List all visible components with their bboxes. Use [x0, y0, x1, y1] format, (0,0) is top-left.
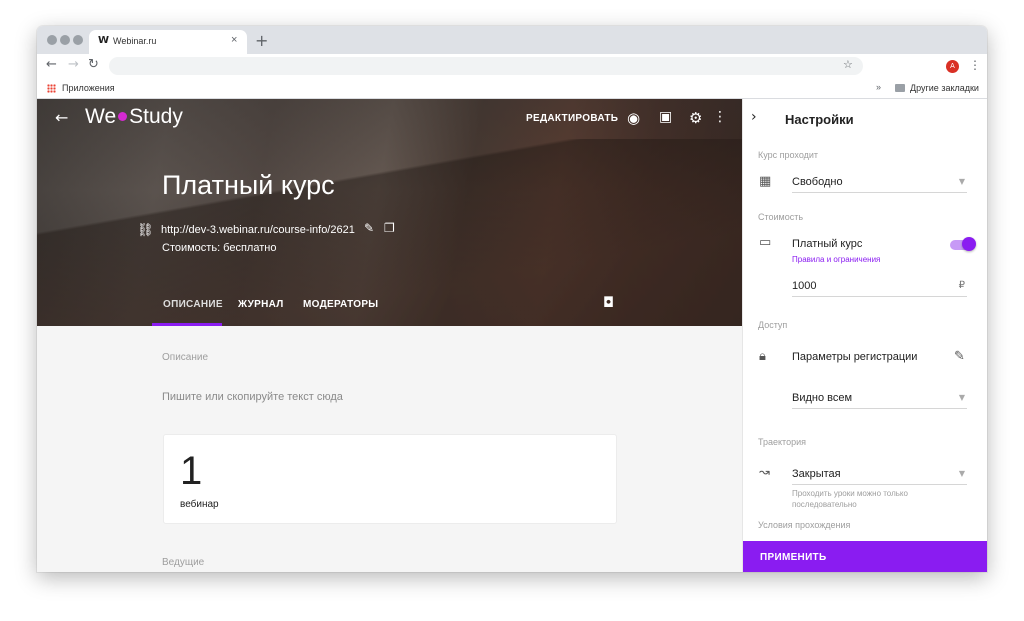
main-content: Описание Пишите или скопируйте текст сюд… [37, 326, 742, 572]
tab-journal[interactable]: ЖУРНАЛ [238, 299, 284, 310]
gear-icon[interactable]: ⚙ [689, 109, 702, 127]
arrow-left-icon[interactable]: ← [55, 108, 68, 127]
copy-icon[interactable]: ❐ [384, 221, 395, 235]
folder-icon [895, 84, 905, 92]
window-minimize-dot[interactable] [60, 35, 70, 45]
cost-section-label: Стоимость [758, 212, 804, 222]
reload-icon[interactable]: ↻ [88, 57, 99, 72]
logo-dot [118, 111, 128, 121]
registration-params-label: Параметры регистрации [792, 351, 918, 363]
bookmark-apps[interactable]: Приложения [62, 83, 115, 93]
more-vert-icon[interactable]: ⋮ [713, 109, 727, 125]
schedule-section-label: Курс проходит [758, 150, 819, 160]
webinar-count-card[interactable]: 1 вебинар [163, 434, 617, 524]
trajectory-value: Закрытая [792, 468, 841, 480]
webinar-count-label: вебинар [180, 499, 219, 510]
course-url[interactable]: http://dev-3.webinar.ru/course-info/2621 [161, 224, 355, 236]
logo-text-we: We [85, 105, 117, 128]
price-input[interactable]: 1000 ₽ [792, 277, 967, 297]
tab-close-icon[interactable]: × [231, 34, 237, 46]
edit-button[interactable]: РЕДАКТИРОВАТЬ [526, 113, 618, 124]
address-bar-row: ← → ↻ ☆ A ⋮ [37, 54, 987, 78]
webinar-favicon-icon: W [98, 35, 110, 46]
browser-tab[interactable]: W Webinar.ru × [89, 30, 247, 54]
lock-icon: 🔒︎ [759, 349, 766, 364]
dropdown-caret-icon: ▼ [958, 469, 965, 478]
paid-course-label: Платный курс [792, 238, 863, 250]
settings-title: Настройки [785, 112, 854, 127]
bookmark-other[interactable]: Другие закладки [910, 83, 979, 93]
paid-course-toggle-knob[interactable] [962, 237, 976, 251]
calendar-icon: ▦ [759, 174, 772, 189]
back-arrow-icon[interactable]: ← [46, 57, 57, 72]
tab-strip: W Webinar.ru × + [37, 26, 987, 54]
address-bar[interactable] [109, 57, 863, 75]
apply-button-label: ПРИМЕНИТЬ [760, 552, 827, 563]
description-editor[interactable]: Пишите или скопируйте текст сюда [162, 391, 343, 403]
trajectory-select[interactable]: Закрытая ▼ [792, 465, 967, 485]
course-header: ← We Study РЕДАКТИРОВАТЬ ◉ ▣ ⚙ ⋮ Платный … [37, 99, 742, 326]
schedule-value: Свободно [792, 176, 843, 188]
apps-grid-icon[interactable] [47, 84, 56, 93]
tab-moderators[interactable]: МОДЕРАТОРЫ [303, 299, 378, 310]
forward-arrow-icon[interactable]: → [68, 57, 79, 72]
logo-text-study: Study [129, 105, 183, 128]
browser-window: W Webinar.ru × + ← → ↻ ☆ A ⋮ Приложения … [37, 26, 987, 572]
dropdown-caret-icon: ▼ [958, 393, 965, 402]
clipboard-check-icon[interactable]: ▣ [659, 109, 672, 125]
page: ← We Study РЕДАКТИРОВАТЬ ◉ ▣ ⚙ ⋮ Платный … [37, 99, 987, 572]
schedule-select[interactable]: Свободно ▼ [792, 173, 967, 193]
eye-icon[interactable]: ◉ [627, 109, 640, 127]
access-section-label: Доступ [758, 320, 788, 330]
course-price: Стоимость: бесплатно [162, 242, 277, 254]
bookmarks-bar: Приложения » Другие закладки [37, 78, 987, 99]
trajectory-section-label: Траектория [758, 437, 806, 447]
tab-title: Webinar.ru [113, 36, 157, 46]
route-icon: ↝ [759, 465, 770, 480]
visibility-value: Видно всем [792, 392, 853, 404]
dropdown-caret-icon: ▼ [958, 177, 965, 186]
browser-menu-icon[interactable]: ⋮ [969, 58, 981, 72]
westudy-logo[interactable]: We Study [85, 105, 183, 129]
hosts-label: Ведущие [162, 557, 205, 568]
webinar-count: 1 [180, 449, 203, 493]
window-close-dot[interactable] [47, 35, 57, 45]
currency-sign: ₽ [958, 280, 965, 291]
tab-description[interactable]: ОПИСАНИЕ [163, 299, 223, 310]
bookmark-star-icon[interactable]: ☆ [843, 58, 853, 71]
new-tab-button[interactable]: + [255, 31, 268, 50]
bookmarks-overflow-icon[interactable]: » [876, 82, 881, 92]
trajectory-hint: Проходить уроки можно только последовате… [792, 489, 908, 509]
apply-button[interactable]: ПРИМЕНИТЬ [743, 541, 987, 572]
window-zoom-dot[interactable] [73, 35, 83, 45]
link-icon: ⛓ [137, 223, 154, 238]
price-value: 1000 [792, 280, 817, 292]
settings-panel: › Настройки Курс проходит ▦ Свободно ▼ С… [742, 99, 987, 572]
conditions-section-label: Условия прохождения [758, 520, 851, 530]
description-label: Описание [162, 352, 209, 363]
rules-link[interactable]: Правила и ограничения [792, 255, 880, 264]
credit-card-icon: ▭ [759, 235, 772, 250]
pencil-icon[interactable]: ✎ [954, 349, 965, 364]
visibility-select[interactable]: Видно всем ▼ [792, 389, 967, 409]
course-title: Платный курс [162, 170, 335, 200]
profile-avatar[interactable]: A [946, 60, 959, 73]
chevron-right-icon[interactable]: › [751, 109, 757, 125]
pencil-icon[interactable]: ✎ [364, 221, 374, 235]
camera-icon[interactable]: ◘ [603, 295, 614, 311]
